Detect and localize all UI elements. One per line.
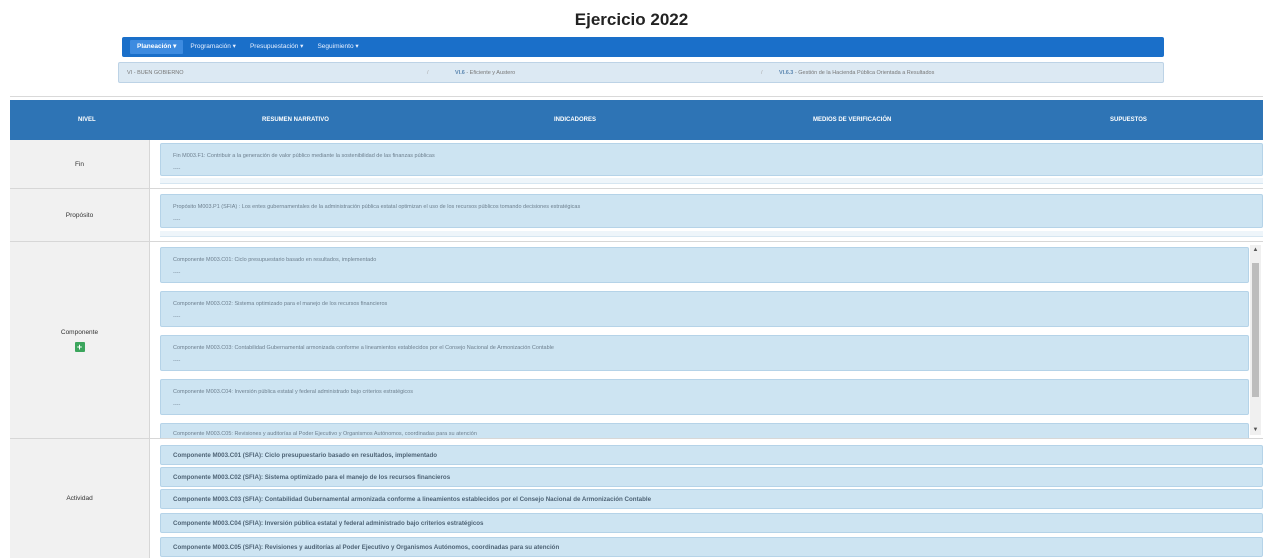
- nav-planeacion[interactable]: Planeación ▾: [130, 40, 184, 54]
- table-header: NIVEL RESUMEN NARRATIVO INDICADORES MEDI…: [10, 100, 1263, 140]
- nav-programacion[interactable]: Programación ▾: [183, 40, 243, 54]
- actividad-panel-c03[interactable]: Componente M003.C03 (SFIA): Contabilidad…: [160, 489, 1263, 509]
- row-spacer: [160, 178, 1263, 184]
- divider: [10, 96, 1263, 97]
- level-proposito-label: Propósito: [65, 211, 94, 219]
- main-navbar: Planeación ▾ Programación ▾ Presupuestac…: [122, 37, 1164, 57]
- header-nivel: NIVEL: [78, 117, 96, 123]
- breadcrumb-separator: /: [761, 69, 763, 76]
- componente-c02-dash: ----: [173, 314, 181, 320]
- scroll-up-icon[interactable]: ▲: [1250, 245, 1261, 255]
- header-supuestos: SUPUESTOS: [1110, 117, 1147, 123]
- breadcrumb: VI - BUEN GOBIERNO / VI.6 - Eficiente y …: [118, 62, 1164, 83]
- breadcrumb-objetivo[interactable]: VI.6 - Eficiente y Austero: [455, 70, 515, 76]
- actividad-c05-text: Componente M003.C05 (SFIA): Revisiones y…: [173, 544, 560, 551]
- level-componente-label: Componente: [60, 328, 99, 336]
- componente-c01-text: Componente M003.C01: Ciclo presupuestari…: [173, 257, 377, 263]
- breadcrumb-estrategia-code: VI.6.3: [779, 69, 794, 76]
- breadcrumb-eje[interactable]: VI - BUEN GOBIERNO: [127, 70, 184, 76]
- componente-c03-dash: ----: [173, 358, 181, 364]
- componente-panel-c05[interactable]: Componente M003.C05: Revisiones y audito…: [160, 423, 1249, 438]
- header-resumen-narrativo: RESUMEN NARRATIVO: [262, 117, 329, 123]
- breadcrumb-estrategia[interactable]: VI.6.3 - Gestión de la Hacienda Pública …: [779, 70, 934, 76]
- componente-c03-text: Componente M003.C03: Contabilidad Gubern…: [173, 345, 554, 351]
- actividad-c03-text: Componente M003.C03 (SFIA): Contabilidad…: [173, 496, 652, 503]
- scroll-down-icon[interactable]: ▼: [1250, 425, 1261, 435]
- componente-scrollbar[interactable]: ▲ ▼: [1250, 245, 1261, 435]
- componente-panel-c03[interactable]: Componente M003.C03: Contabilidad Gubern…: [160, 335, 1249, 371]
- componente-c05-text: Componente M003.C05: Revisiones y audito…: [173, 431, 477, 437]
- actividad-panel-c04[interactable]: Componente M003.C04 (SFIA): Inversión pú…: [160, 513, 1263, 533]
- page-title: Ejercicio 2022: [574, 10, 689, 29]
- header-indicadores: INDICADORES: [554, 117, 597, 123]
- componente-c04-text: Componente M003.C04: Inversión pública e…: [173, 389, 413, 395]
- componente-c04-dash: ----: [173, 402, 181, 408]
- proposito-panel[interactable]: Propósito M003.P1 (SFIA) : Los entes gub…: [160, 194, 1263, 228]
- componente-c02-text: Componente M003.C02: Sistema optimizado …: [173, 301, 388, 307]
- componente-panel-c01[interactable]: Componente M003.C01: Ciclo presupuestari…: [160, 247, 1249, 283]
- breadcrumb-objetivo-text: - Eficiente y Austero: [464, 69, 516, 76]
- breadcrumb-estrategia-text: - Gestión de la Hacienda Pública Orienta…: [793, 69, 935, 76]
- row-proposito: Propósito M003.P1 (SFIA) : Los entes gub…: [150, 189, 1263, 242]
- level-actividad-label: Actividad: [66, 495, 93, 502]
- breadcrumb-separator: /: [427, 69, 429, 76]
- breadcrumb-objetivo-code: VI.6: [455, 69, 465, 76]
- row-fin: Fin M003.F1: Contribuir a la generación …: [150, 140, 1263, 189]
- nav-programacion-label: Programación: [190, 43, 231, 50]
- fin-panel[interactable]: Fin M003.F1: Contribuir a la generación …: [160, 143, 1263, 176]
- fin-text: Fin M003.F1: Contribuir a la generación …: [173, 153, 435, 159]
- actividad-c01-text: Componente M003.C01 (SFIA): Ciclo presup…: [173, 452, 438, 459]
- fin-dash: ----: [173, 166, 181, 172]
- scrollbar-thumb[interactable]: [1252, 263, 1259, 397]
- level-componente: Componente +: [10, 242, 150, 439]
- nav-seguimiento-label: Seguimiento: [317, 43, 354, 50]
- row-spacer: [160, 231, 1263, 237]
- level-proposito: Propósito: [10, 189, 150, 242]
- actividad-panel-c01[interactable]: Componente M003.C01 (SFIA): Ciclo presup…: [160, 445, 1263, 465]
- nav-seguimiento[interactable]: Seguimiento ▾: [310, 40, 365, 54]
- nav-presupuestacion[interactable]: Presupuestación ▾: [243, 40, 311, 54]
- componente-panel-c04[interactable]: Componente M003.C04: Inversión pública e…: [160, 379, 1249, 415]
- level-fin: Fin: [10, 140, 150, 189]
- actividad-panel-c02[interactable]: Componente M003.C02 (SFIA): Sistema opti…: [160, 467, 1263, 487]
- nav-planeacion-label: Planeación: [137, 43, 172, 50]
- actividad-c04-text: Componente M003.C04 (SFIA): Inversión pú…: [173, 520, 484, 527]
- nav-presupuestacion-label: Presupuestación: [249, 43, 299, 50]
- add-component-button[interactable]: +: [74, 341, 85, 352]
- header-medios-verificacion: MEDIOS DE VERIFICACIÓN: [813, 117, 892, 123]
- actividad-c02-text: Componente M003.C02 (SFIA): Sistema opti…: [173, 474, 451, 481]
- proposito-dash: ----: [173, 217, 181, 223]
- row-componente: Componente M003.C01: Ciclo presupuestari…: [150, 242, 1263, 439]
- row-actividad: Componente M003.C01 (SFIA): Ciclo presup…: [150, 439, 1263, 558]
- level-actividad: Actividad: [10, 439, 150, 558]
- actividad-panel-c05[interactable]: Componente M003.C05 (SFIA): Revisiones y…: [160, 537, 1263, 557]
- proposito-text: Propósito M003.P1 (SFIA) : Los entes gub…: [173, 204, 581, 210]
- componente-c01-dash: ----: [173, 270, 181, 276]
- componente-panel-c02[interactable]: Componente M003.C02: Sistema optimizado …: [160, 291, 1249, 327]
- level-fin-label: Fin: [74, 160, 85, 168]
